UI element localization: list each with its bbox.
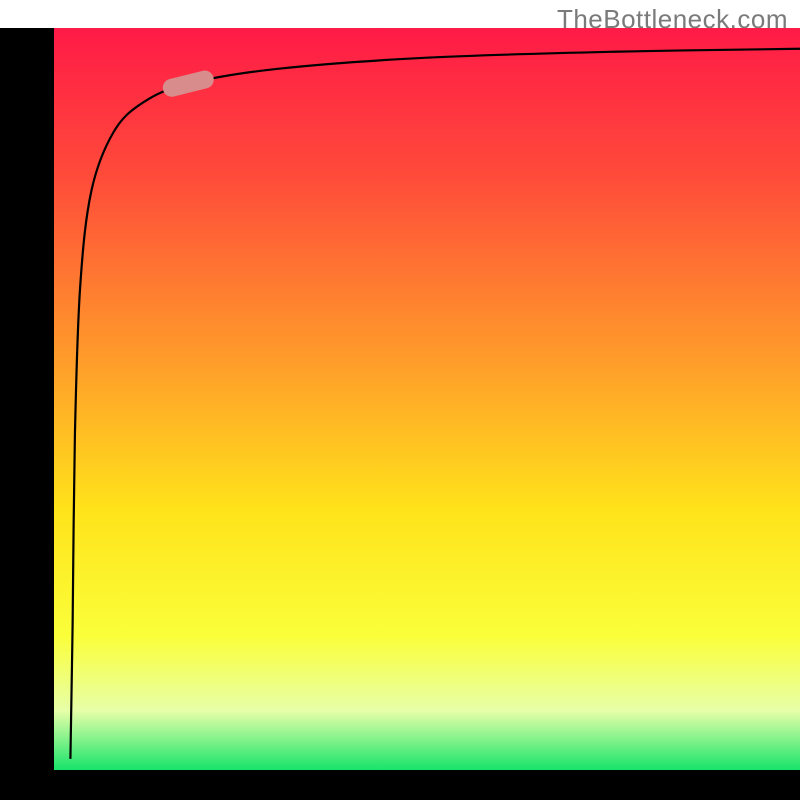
chart-frame: TheBottleneck.com [0, 0, 800, 800]
plot-area [54, 28, 800, 770]
chart-svg [0, 0, 800, 800]
